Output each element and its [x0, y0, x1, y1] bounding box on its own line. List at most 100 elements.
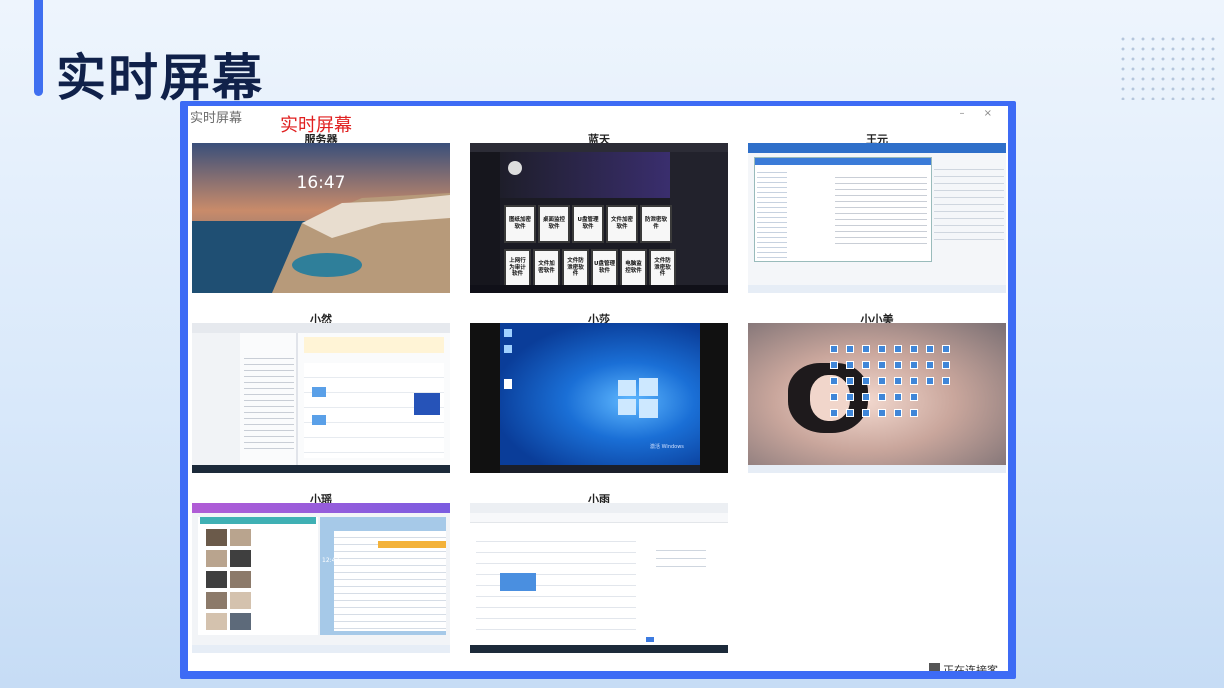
gallery-image[interactable] — [206, 529, 227, 546]
taskbar — [470, 645, 728, 653]
desktop-app-icon[interactable] — [942, 345, 950, 353]
explorer-window — [754, 157, 932, 262]
desktop-app-icon[interactable] — [942, 361, 950, 369]
gallery-image[interactable] — [230, 592, 251, 609]
spreadsheet-window: 12:47 — [320, 517, 446, 635]
video-tile[interactable]: 文件防泄密软件 — [562, 249, 589, 287]
desktop-app-icon[interactable] — [830, 377, 838, 385]
desktop-app-icon[interactable] — [926, 345, 934, 353]
desktop-app-icon[interactable] — [926, 361, 934, 369]
desktop-app-icon[interactable] — [830, 409, 838, 417]
sidebar — [192, 333, 240, 465]
desktop-app-icon[interactable] — [878, 377, 886, 385]
desktop-app-icon[interactable] — [894, 345, 902, 353]
desktop-app-icon[interactable] — [878, 361, 886, 369]
taskbar — [192, 645, 450, 653]
status-icon — [929, 663, 940, 671]
server-desktop-wallpaper: 16:47 — [192, 143, 450, 293]
desktop-app-icon[interactable] — [878, 393, 886, 401]
window-title: 实时屏幕 — [190, 111, 243, 126]
comment-panel — [670, 152, 728, 285]
toolbar — [470, 513, 728, 523]
desktop-app-icon[interactable] — [910, 345, 918, 353]
desktop-app-icon[interactable] — [846, 393, 854, 401]
screen-thumbnail-xiaoran[interactable] — [192, 323, 450, 473]
decorative-dot-grid — [1118, 34, 1218, 100]
desktop-app-icon[interactable] — [910, 377, 918, 385]
gallery-image[interactable] — [230, 529, 251, 546]
screen-thumbnail-lantian[interactable]: 图纸加密软件 桌面监控软件 U盘管理软件 文件加密软件 防泄密软件 上网行为审计软件 文件加… — [470, 143, 728, 293]
desktop-app-icon[interactable] — [910, 409, 918, 417]
desktop-app-icon[interactable] — [862, 361, 870, 369]
taskbar — [500, 465, 700, 473]
screen-thumbnail-xiaoyu[interactable] — [470, 503, 728, 653]
desktop-app-icon[interactable] — [830, 361, 838, 369]
browser-tabbar — [470, 143, 728, 152]
profile-banner — [500, 152, 670, 198]
desktop-app-icon[interactable] — [846, 409, 854, 417]
gallery-image[interactable] — [206, 550, 227, 567]
desktop-app-icon[interactable] — [910, 361, 918, 369]
windows-logo-icon — [618, 378, 658, 418]
screen-thumbnail-server[interactable]: 16:47 — [192, 143, 450, 293]
video-tile[interactable]: U盘管理软件 — [591, 249, 618, 287]
desktop-app-icon[interactable] — [862, 377, 870, 385]
desktop-app-icon[interactable] — [862, 345, 870, 353]
video-tile[interactable]: 桌面监控软件 — [538, 205, 570, 243]
video-tile[interactable]: 防泄密软件 — [640, 205, 672, 243]
browser-tabbar — [192, 503, 450, 513]
avatar — [508, 161, 522, 175]
taskbar — [748, 465, 1006, 473]
desktop-app-icon[interactable] — [878, 409, 886, 417]
desktop-app-icon[interactable] — [862, 393, 870, 401]
desktop-app-icon[interactable] — [894, 361, 902, 369]
photo-wallpaper — [748, 323, 1006, 465]
selected-option — [500, 573, 536, 591]
desktop-app-icon[interactable] — [862, 409, 870, 417]
app-sidebar — [470, 152, 500, 285]
desktop-app-icon[interactable] — [846, 345, 854, 353]
desktop-app-icon[interactable] — [846, 361, 854, 369]
gallery-image[interactable] — [230, 571, 251, 588]
gallery-image[interactable] — [230, 550, 251, 567]
window-controls[interactable]: – × — [959, 108, 1000, 119]
gallery-image[interactable] — [230, 613, 251, 630]
desktop-app-icon[interactable] — [830, 393, 838, 401]
video-tile[interactable]: 文件加密软件 — [606, 205, 638, 243]
desktop-app-icon[interactable] — [942, 377, 950, 385]
taskbar — [192, 465, 450, 473]
browser-tabbar — [470, 503, 728, 513]
desktop-app-icon[interactable] — [894, 409, 902, 417]
screen-thumbnail-xiaosha[interactable]: 激活 Windows — [470, 323, 728, 473]
taskbar — [748, 285, 1006, 293]
desktop-app-icon[interactable] — [894, 393, 902, 401]
lockscreen-clock: 16:47 — [297, 173, 346, 193]
gallery-image[interactable] — [206, 613, 227, 630]
gallery-image[interactable] — [206, 571, 227, 588]
taskbar — [470, 285, 728, 293]
desktop-app-icon[interactable] — [926, 377, 934, 385]
slide-title: 实时屏幕 — [56, 49, 264, 107]
connection-status: 正在连接客户端 — [943, 664, 998, 671]
desktop-app-icon[interactable] — [878, 345, 886, 353]
side-panel — [656, 543, 706, 573]
screen-thumbnail-wangyuan[interactable] — [748, 143, 1006, 293]
video-tile[interactable]: U盘管理软件 — [572, 205, 604, 243]
desktop-app-icon[interactable] — [846, 377, 854, 385]
desktop-app-icon[interactable] — [910, 393, 918, 401]
app-window-frame: 实时屏幕 – × 实时屏幕 服务器 16:47 蓝天 图纸加密软件 桌面监控软件… — [180, 101, 1016, 679]
activation-watermark: 激活 Windows — [650, 444, 684, 450]
gallery-image[interactable] — [206, 592, 227, 609]
title-accent-bar — [34, 0, 43, 96]
screen-thumbnail-xiaoyao[interactable]: 12:47 — [192, 503, 450, 653]
video-tile[interactable]: 文件加密软件 — [533, 249, 560, 287]
desktop-app-icon[interactable] — [830, 345, 838, 353]
video-tile[interactable]: 上网行为审计软件 — [504, 249, 531, 287]
video-tile[interactable]: 电脑监控软件 — [620, 249, 647, 287]
title-bar — [748, 143, 1006, 153]
video-tile[interactable]: 文件防泄密软件 — [649, 249, 676, 287]
app-window: 实时屏幕 – × 实时屏幕 服务器 16:47 蓝天 图纸加密软件 桌面监控软件… — [188, 106, 1008, 671]
desktop-app-icon[interactable] — [894, 377, 902, 385]
video-tile[interactable]: 图纸加密软件 — [504, 205, 536, 243]
screen-thumbnail-xiaoxiaomei[interactable] — [748, 323, 1006, 473]
